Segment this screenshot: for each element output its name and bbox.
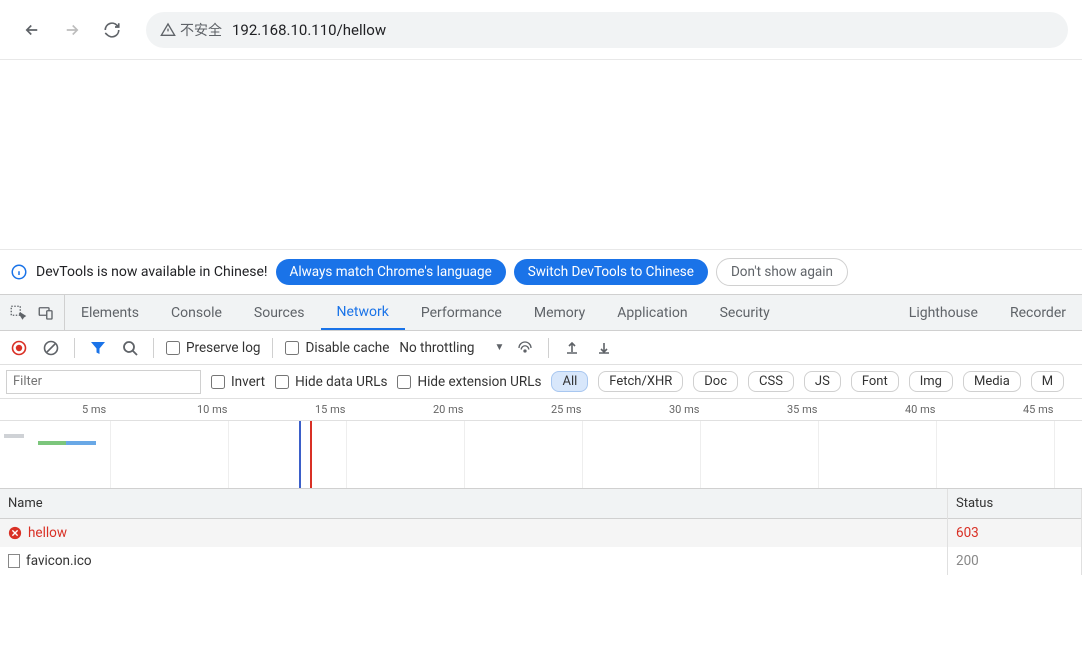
inspect-element-icon[interactable] bbox=[8, 303, 28, 323]
preserve-log-checkbox[interactable]: Preserve log bbox=[166, 340, 260, 356]
request-table: Name hellow favicon.ico Status 603 200 bbox=[0, 489, 1082, 575]
timeline-bar bbox=[66, 441, 96, 445]
filter-chip-manifest[interactable]: M bbox=[1031, 371, 1064, 392]
table-row[interactable]: favicon.ico bbox=[0, 547, 947, 575]
throttling-select[interactable]: No throttling ▼ bbox=[399, 340, 504, 356]
filter-chip-all[interactable]: All bbox=[551, 371, 588, 392]
dom-content-marker bbox=[299, 421, 301, 488]
browser-toolbar: 不安全 192.168.10.110/hellow bbox=[0, 0, 1082, 60]
filter-chip-css[interactable]: CSS bbox=[748, 371, 794, 392]
device-toggle-icon[interactable] bbox=[36, 303, 56, 323]
tab-network[interactable]: Network bbox=[321, 295, 405, 330]
page-viewport bbox=[0, 60, 1082, 250]
search-icon[interactable] bbox=[119, 337, 141, 359]
url-text: 192.168.10.110/hellow bbox=[232, 21, 386, 39]
info-icon bbox=[10, 263, 28, 281]
devtools-tabs: Elements Console Sources Network Perform… bbox=[0, 295, 1082, 331]
reload-icon bbox=[103, 21, 121, 39]
network-toolbar: Preserve log Disable cache No throttling… bbox=[0, 331, 1082, 365]
language-notice-bar: DevTools is now available in Chinese! Al… bbox=[0, 250, 1082, 295]
filter-chip-media[interactable]: Media bbox=[963, 371, 1021, 392]
tab-recorder[interactable]: Recorder bbox=[994, 295, 1082, 330]
hide-data-urls-checkbox[interactable]: Hide data URLs bbox=[275, 374, 387, 390]
record-button[interactable] bbox=[8, 337, 30, 359]
tab-memory[interactable]: Memory bbox=[518, 295, 601, 330]
reload-button[interactable] bbox=[94, 12, 130, 48]
download-har-icon[interactable] bbox=[593, 337, 615, 359]
tab-sources[interactable]: Sources bbox=[238, 295, 321, 330]
back-button[interactable] bbox=[14, 12, 50, 48]
filter-chip-fetch[interactable]: Fetch/XHR bbox=[598, 371, 683, 392]
language-notice-text: DevTools is now available in Chinese! bbox=[36, 264, 268, 280]
tab-console[interactable]: Console bbox=[155, 295, 238, 330]
forward-button[interactable] bbox=[54, 12, 90, 48]
clear-button[interactable] bbox=[40, 337, 62, 359]
switch-devtools-button[interactable]: Switch DevTools to Chinese bbox=[514, 259, 708, 285]
filter-input[interactable] bbox=[6, 370, 201, 394]
table-row[interactable]: hellow bbox=[0, 519, 947, 547]
request-name: hellow bbox=[28, 525, 67, 541]
status-cell: 200 bbox=[948, 547, 1081, 575]
timeline-bar bbox=[38, 441, 68, 445]
timeline-ruler: 5 ms 10 ms 15 ms 20 ms 25 ms 30 ms 35 ms… bbox=[0, 399, 1082, 421]
tab-elements[interactable]: Elements bbox=[65, 295, 155, 330]
security-indicator[interactable]: 不安全 bbox=[160, 20, 222, 40]
filter-bar: Invert Hide data URLs Hide extension URL… bbox=[0, 365, 1082, 399]
column-header-name[interactable]: Name bbox=[0, 489, 947, 519]
tab-lighthouse[interactable]: Lighthouse bbox=[893, 295, 994, 330]
upload-har-icon[interactable] bbox=[561, 337, 583, 359]
tab-performance[interactable]: Performance bbox=[405, 295, 518, 330]
document-icon bbox=[8, 554, 20, 568]
timeline-overview[interactable]: 5 ms 10 ms 15 ms 20 ms 25 ms 30 ms 35 ms… bbox=[0, 399, 1082, 489]
invert-checkbox[interactable]: Invert bbox=[211, 374, 265, 390]
hide-extension-urls-checkbox[interactable]: Hide extension URLs bbox=[397, 374, 541, 390]
filter-chip-img[interactable]: Img bbox=[909, 371, 953, 392]
column-header-status[interactable]: Status bbox=[948, 489, 1081, 519]
tab-security[interactable]: Security bbox=[704, 295, 786, 330]
filter-chip-font[interactable]: Font bbox=[851, 371, 899, 392]
timeline-bar bbox=[4, 434, 24, 438]
tab-application[interactable]: Application bbox=[601, 295, 703, 330]
request-name: favicon.ico bbox=[26, 553, 92, 569]
filter-chip-doc[interactable]: Doc bbox=[693, 371, 738, 392]
load-marker bbox=[310, 421, 312, 488]
arrow-left-icon bbox=[23, 21, 41, 39]
dont-show-again-button[interactable]: Don't show again bbox=[716, 258, 848, 286]
filter-toggle-icon[interactable] bbox=[87, 337, 109, 359]
always-match-button[interactable]: Always match Chrome's language bbox=[276, 259, 506, 285]
security-label: 不安全 bbox=[180, 20, 222, 40]
url-bar[interactable]: 不安全 192.168.10.110/hellow bbox=[146, 12, 1068, 48]
error-icon bbox=[8, 526, 22, 540]
network-conditions-icon[interactable] bbox=[514, 337, 536, 359]
chevron-down-icon: ▼ bbox=[494, 342, 504, 353]
disable-cache-checkbox[interactable]: Disable cache bbox=[285, 340, 389, 356]
arrow-right-icon bbox=[63, 21, 81, 39]
filter-chip-js[interactable]: JS bbox=[804, 371, 841, 392]
warning-triangle-icon bbox=[160, 22, 176, 38]
status-cell: 603 bbox=[948, 519, 1081, 547]
